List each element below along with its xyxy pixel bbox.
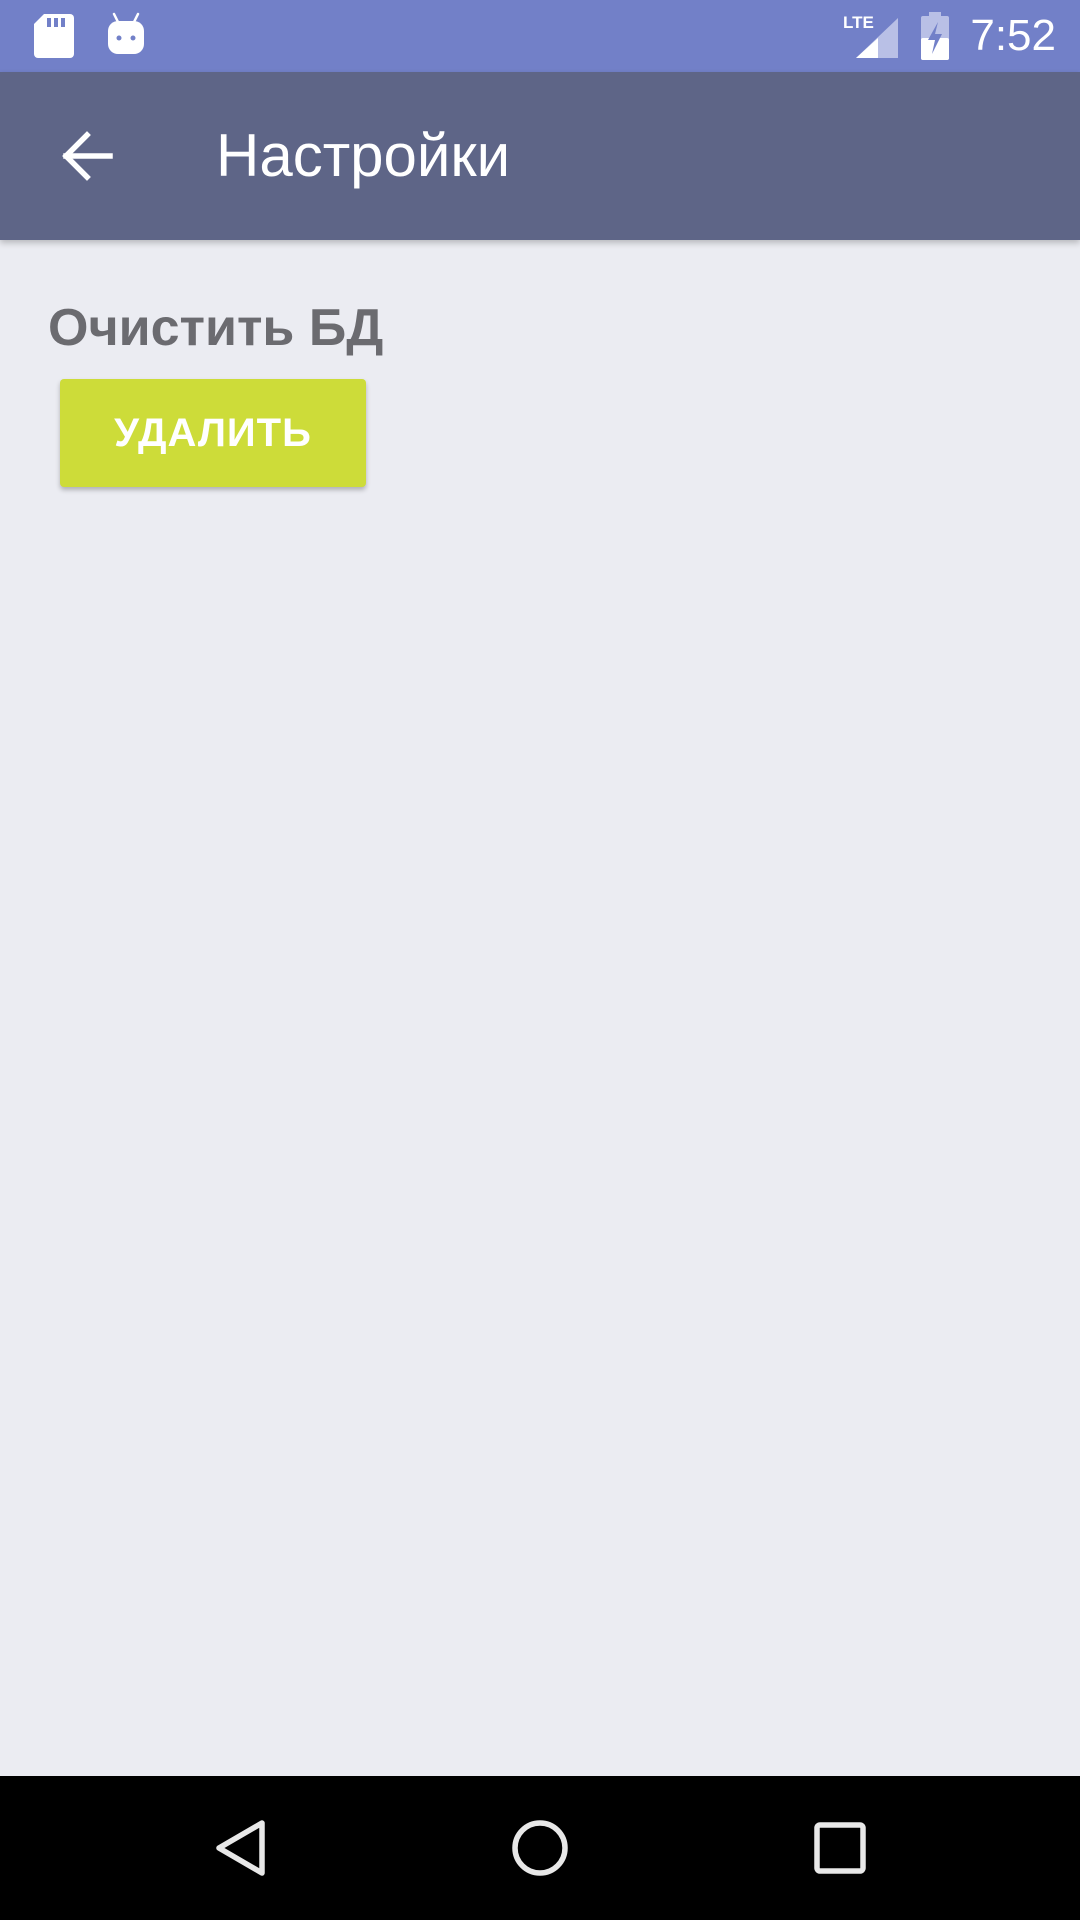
nav-back-button[interactable] bbox=[168, 1776, 312, 1920]
arrow-back-icon bbox=[62, 131, 113, 181]
svg-text:LTE: LTE bbox=[843, 13, 874, 32]
back-button[interactable] bbox=[40, 108, 136, 204]
lte-signal-icon: LTE bbox=[843, 13, 898, 58]
nav-recents-icon bbox=[814, 1822, 866, 1874]
sd-card-icon bbox=[34, 14, 74, 58]
app-bar: Настройки bbox=[0, 72, 1080, 240]
delete-button[interactable]: УДАЛИТЬ bbox=[60, 379, 366, 487]
nav-home-icon bbox=[512, 1820, 568, 1876]
page-title: Настройки bbox=[216, 122, 511, 189]
clear-db-label: Очистить БД bbox=[48, 299, 384, 357]
nav-home-button[interactable] bbox=[468, 1776, 612, 1920]
nav-recents-button[interactable] bbox=[768, 1776, 912, 1920]
battery-charging-icon bbox=[921, 12, 949, 60]
settings-content: Очистить БД УДАЛИТЬ bbox=[0, 240, 1080, 1776]
navigation-bar bbox=[0, 1776, 1080, 1920]
android-icon bbox=[108, 12, 144, 54]
status-bar: LTE 7:52 bbox=[0, 0, 1080, 72]
nav-back-icon bbox=[216, 1820, 265, 1876]
status-time: 7:52 bbox=[970, 11, 1056, 60]
